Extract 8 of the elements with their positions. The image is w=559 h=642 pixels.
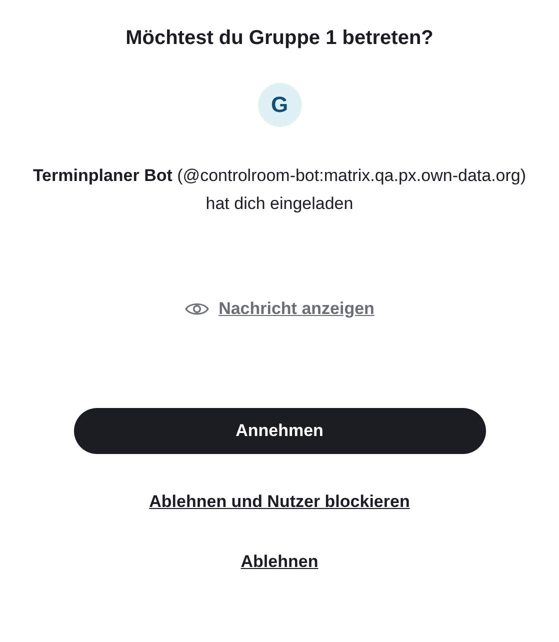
dialog-title: Möchtest du Gruppe 1 betreten? <box>126 26 434 51</box>
invite-text: Terminplaner Bot (@controlroom-bot:matrix.qa.px.own-data.org) hat dich eingeladen <box>32 165 528 215</box>
room-avatar: G <box>258 83 302 127</box>
show-message-link[interactable]: Nachricht anzeigen <box>218 299 374 319</box>
accept-button[interactable]: Annehmen <box>74 408 486 454</box>
eye-icon <box>184 301 209 317</box>
decline-link[interactable]: Ablehnen und Nutzer blockieren <box>149 491 410 513</box>
decline-link[interactable]: Ablehnen <box>240 551 318 573</box>
